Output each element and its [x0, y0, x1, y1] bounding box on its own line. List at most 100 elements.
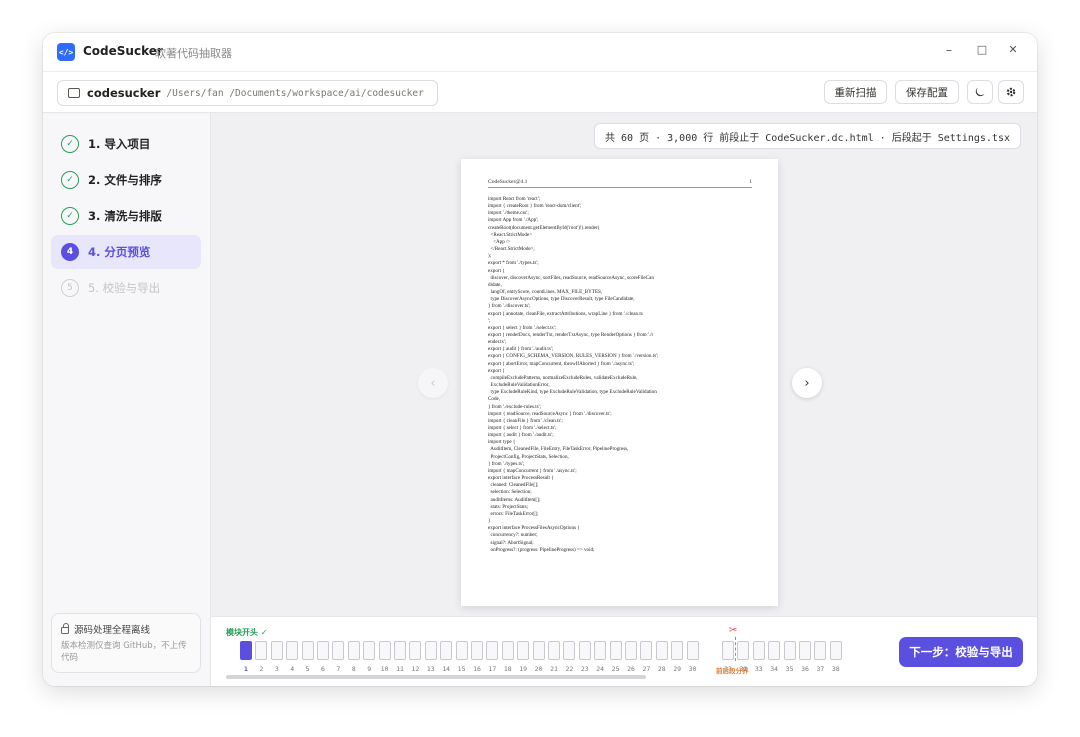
moon-icon: [975, 87, 985, 97]
page-thumbnail[interactable]: [752, 641, 765, 660]
page-thumbnail[interactable]: [548, 641, 560, 660]
page-thumbnail[interactable]: [363, 641, 376, 660]
rescan-button[interactable]: 重新扫描: [824, 80, 887, 104]
gear-icon: [1006, 87, 1016, 97]
page-thumbnail[interactable]: [486, 641, 499, 660]
page-thumbnail[interactable]: [829, 641, 842, 660]
page-number-label: 24: [596, 665, 605, 673]
page-thumbnail[interactable]: [394, 641, 406, 660]
code-line: export {: [488, 367, 505, 374]
page-number-label: 18: [503, 665, 512, 673]
theme-toggle-button[interactable]: [967, 80, 993, 104]
page-strip: 模块开头 ✓ 1 2 3 4 5 6 7 8 9 10 11 12 13 14 15 16 17 18 19 20 21…: [211, 616, 1037, 686]
page-thumbnail[interactable]: [563, 641, 576, 660]
page-thumbnail[interactable]: [347, 641, 360, 660]
page-thumbnail[interactable]: [640, 641, 653, 660]
page-thumbnail[interactable]: [768, 641, 781, 660]
page-thumbnail[interactable]: [517, 641, 530, 660]
code-line: } from './discover.ts';: [488, 303, 531, 310]
save-config-button[interactable]: 保存配置: [895, 80, 959, 104]
page-thumbnail[interactable]: [409, 641, 422, 660]
step-clean-and-layout[interactable]: ✓ 3. 清洗与排版: [51, 199, 201, 233]
lock-icon: [61, 623, 69, 634]
app-name: CodeSucker: [83, 44, 163, 58]
page-thumbnail[interactable]: [625, 641, 637, 660]
page-thumbnail[interactable]: [671, 641, 684, 660]
page-thumbnail[interactable]: [655, 641, 668, 660]
page-thumbnail[interactable]: [270, 641, 283, 660]
project-path-field[interactable]: codesucker /Users/fan /Documents/workspa…: [57, 80, 438, 106]
minimize-button[interactable]: –: [941, 43, 957, 57]
page-thumbnail[interactable]: [471, 641, 483, 660]
close-button[interactable]: ✕: [1005, 43, 1021, 56]
page-thumbnail[interactable]: [240, 641, 252, 660]
page-thumbnail[interactable]: [501, 641, 514, 660]
code-line: export * from './types.ts';: [488, 260, 539, 267]
step-label: 5. 校验与导出: [88, 281, 161, 295]
settings-button[interactable]: [998, 80, 1024, 104]
toolbar: codesucker /Users/fan /Documents/workspa…: [43, 71, 1037, 113]
page-number-label: 34: [770, 665, 779, 673]
page-number-label: 9: [367, 665, 372, 673]
page-thumbnail[interactable]: [301, 641, 314, 660]
code-line: import { audit } from './audit.ts';: [488, 432, 554, 439]
page-thumbnail[interactable]: [332, 641, 345, 660]
prev-page-button[interactable]: ‹: [418, 368, 448, 398]
page-thumbnail[interactable]: [814, 641, 827, 660]
page-number-label: 26: [627, 665, 635, 673]
code-line: createRoot(document.getElementById('root…: [488, 224, 600, 231]
step-label: 2. 文件与排序: [88, 173, 162, 187]
page-thumbnail[interactable]: [686, 641, 699, 660]
page-thumbnail[interactable]: [799, 641, 811, 660]
code-line: export interface ProcessFilesAsyncOption…: [488, 525, 580, 532]
code-line: } from './types.ts';: [488, 460, 525, 467]
page-thumbnail[interactable]: [455, 641, 468, 660]
code-line: ProjectConfig, ProjectStats, Selection,: [488, 453, 569, 460]
page-thumbnail[interactable]: [286, 641, 299, 660]
page-thumbnail[interactable]: [594, 641, 607, 660]
page-number-label: 30: [688, 665, 697, 673]
page-number-label: 28: [657, 665, 666, 673]
page-thumbnail[interactable]: [609, 641, 622, 660]
page-thumbnail[interactable]: [378, 641, 391, 660]
page-thumbnail[interactable]: [255, 641, 268, 660]
page-thumbnail[interactable]: [737, 641, 750, 660]
offline-description: 版本检测仅查询 GitHub，不上传代码: [61, 641, 187, 663]
project-path: /Users/fan /Documents/workspace/ai/codes…: [166, 87, 424, 99]
next-step-button[interactable]: 下一步：校验与导出: [899, 637, 1023, 667]
page-thumbnail[interactable]: [722, 641, 734, 660]
page-number-label: 6: [321, 665, 325, 673]
code-line: selection: Selection;: [488, 489, 532, 496]
sidebar: ✓ 1. 导入项目 ✓ 2. 文件与排序 ✓ 3. 清洗与排版 4 4. 分页预…: [43, 113, 211, 686]
step-page-preview[interactable]: 4 4. 分页预览: [51, 235, 201, 269]
code-line: import { cleanFile } from './clean.ts';: [488, 417, 563, 424]
page-thumbnail[interactable]: [424, 641, 437, 660]
next-page-button[interactable]: ›: [792, 368, 822, 398]
step-import-project[interactable]: ✓ 1. 导入项目: [51, 127, 201, 161]
page-number-label: 19: [519, 665, 528, 673]
page-thumbnail[interactable]: [783, 641, 796, 660]
app-window: </> CodeSucker 软著代码抽取器 – □ ✕ codesucker …: [43, 33, 1037, 686]
strip-scrollbar[interactable]: [226, 675, 646, 679]
code-line: onProgress?: (progress: PipelineProgress…: [488, 546, 595, 553]
page-thumbnail[interactable]: [317, 641, 329, 660]
preview-area: 共 60 页 · 3,000 行 前段止于 CodeSucker.dc.html…: [211, 113, 1037, 616]
maximize-button[interactable]: □: [974, 43, 990, 56]
page-thumbnail[interactable]: [440, 641, 453, 660]
code-line: </React.StrictMode>,: [488, 246, 535, 253]
page-number-label: 1: [244, 665, 248, 673]
title-bar: </> CodeSucker 软著代码抽取器 – □ ✕: [43, 33, 1037, 71]
page-thumbnail[interactable]: [532, 641, 545, 660]
page-number-label: 33: [754, 665, 763, 673]
boundary-marker: [735, 637, 736, 661]
step-files-and-sort[interactable]: ✓ 2. 文件与排序: [51, 163, 201, 197]
code-line: type ExcludeRuleKind, type ExcludeRuleVa…: [488, 389, 657, 396]
app-subtitle: 软著代码抽取器: [155, 47, 232, 60]
project-name: codesucker: [87, 86, 161, 100]
page-number-label: 15: [457, 665, 466, 673]
page-thumbnail[interactable]: [578, 641, 591, 660]
page-number-label: 11: [396, 665, 404, 673]
module-start-label: 模块开头 ✓: [226, 628, 268, 637]
page-number-label: 13: [426, 665, 435, 673]
step-label: 4. 分页预览: [88, 245, 151, 259]
